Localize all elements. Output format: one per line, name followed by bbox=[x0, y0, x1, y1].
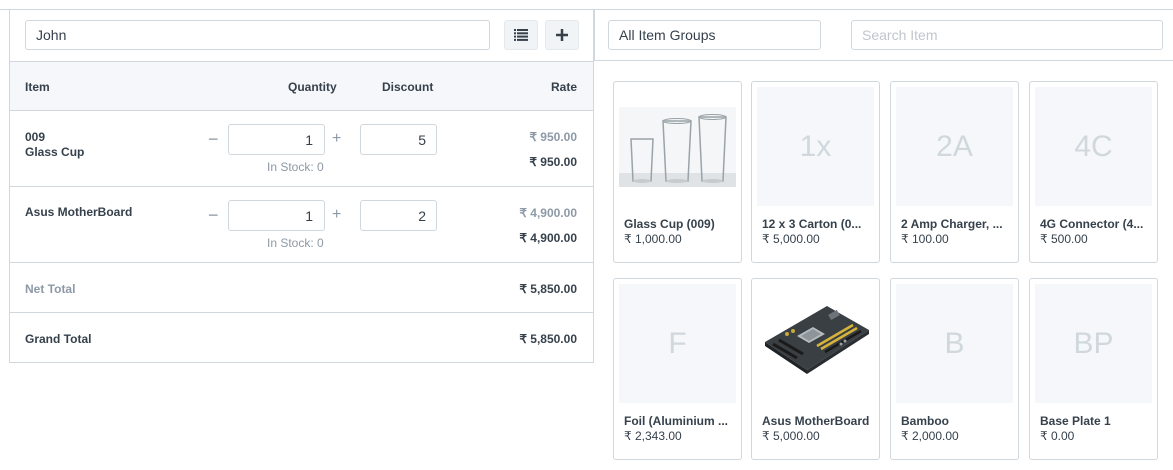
item-card-name: Bamboo bbox=[901, 414, 949, 428]
item-abbr: F bbox=[668, 326, 687, 360]
item-abbr: BP bbox=[1073, 326, 1114, 360]
price-list-rate: ₹ 4,900.00 bbox=[519, 206, 577, 220]
net-total-row: Net Total ₹ 5,850.00 bbox=[10, 263, 593, 313]
item-card-price: ₹ 0.00 bbox=[1040, 429, 1075, 443]
cart-row: 009 Glass Cup − + In Stock: 0 ₹ 950.00 ₹… bbox=[10, 111, 593, 187]
stock-label: In Stock: 0 bbox=[267, 236, 324, 250]
net-total-value: ₹ 5,850.00 bbox=[519, 282, 577, 296]
item-card[interactable]: 1x 12 x 3 Carton (0... ₹ 5,000.00 bbox=[751, 81, 880, 263]
item-card-name: Asus MotherBoard bbox=[762, 414, 870, 428]
item-card[interactable]: BP Base Plate 1 ₹ 0.00 bbox=[1029, 278, 1158, 460]
item-placeholder: B bbox=[896, 284, 1013, 403]
minus-icon[interactable]: − bbox=[208, 205, 219, 225]
grand-total-value: ₹ 5,850.00 bbox=[519, 332, 577, 346]
item-placeholder: 4C bbox=[1035, 87, 1152, 206]
item-card-price: ₹ 2,000.00 bbox=[901, 429, 959, 443]
item-card-name: Foil (Aluminium ... bbox=[624, 414, 728, 428]
net-total-label: Net Total bbox=[25, 282, 76, 296]
item-card-price: ₹ 500.00 bbox=[1040, 232, 1088, 246]
add-customer-button[interactable] bbox=[545, 20, 579, 50]
item-name: Asus MotherBoard bbox=[25, 205, 133, 219]
item-card-price: ₹ 5,000.00 bbox=[762, 429, 820, 443]
item-card-name: Base Plate 1 bbox=[1040, 414, 1111, 428]
header-item: Item bbox=[25, 80, 50, 94]
stock-label: In Stock: 0 bbox=[267, 160, 324, 174]
customer-input[interactable] bbox=[25, 20, 490, 50]
item-placeholder: 2A bbox=[896, 87, 1013, 206]
item-placeholder: F bbox=[619, 284, 736, 403]
header-quantity: Quantity bbox=[288, 80, 337, 94]
item-card-name: 12 x 3 Carton (0... bbox=[762, 217, 862, 231]
item-image bbox=[757, 284, 874, 403]
glass-cups-image bbox=[619, 107, 736, 187]
plus-icon[interactable]: + bbox=[332, 130, 341, 148]
item-card-name: Glass Cup (009) bbox=[624, 217, 715, 231]
item-placeholder: 1x bbox=[757, 87, 874, 206]
discount-input[interactable] bbox=[360, 200, 437, 231]
item-card-name: 4G Connector (4... bbox=[1040, 217, 1144, 231]
item-abbr: 4C bbox=[1074, 129, 1113, 163]
item-card[interactable]: F Foil (Aluminium ... ₹ 2,343.00 bbox=[613, 278, 742, 460]
item-placeholder: BP bbox=[1035, 284, 1152, 403]
item-card-price: ₹ 100.00 bbox=[901, 232, 949, 246]
item-card[interactable]: 4C 4G Connector (4... ₹ 500.00 bbox=[1029, 81, 1158, 263]
grand-total-row: Grand Total ₹ 5,850.00 bbox=[10, 313, 593, 363]
item-card[interactable]: B Bamboo ₹ 2,000.00 bbox=[890, 278, 1019, 460]
item-rate: ₹ 950.00 bbox=[529, 155, 577, 169]
item-abbr: B bbox=[944, 326, 965, 360]
plus-icon[interactable]: + bbox=[332, 206, 341, 224]
item-card-name: 2 Amp Charger, ... bbox=[901, 217, 1003, 231]
quantity-input[interactable] bbox=[228, 124, 325, 155]
item-card-price: ₹ 2,343.00 bbox=[624, 429, 682, 443]
item-card-price: ₹ 1,000.00 bbox=[624, 232, 682, 246]
item-group-select[interactable]: All Item Groups bbox=[608, 20, 821, 50]
search-item-input[interactable] bbox=[851, 20, 1163, 50]
item-abbr: 1x bbox=[799, 129, 832, 163]
customer-row bbox=[10, 10, 593, 61]
motherboard-image bbox=[765, 306, 869, 374]
item-image bbox=[619, 87, 736, 206]
cart-header: Item Quantity Discount Rate bbox=[10, 61, 593, 111]
header-rate: Rate bbox=[550, 80, 577, 94]
item-card[interactable]: Asus MotherBoard ₹ 5,000.00 bbox=[751, 278, 880, 460]
item-abbr: 2A bbox=[936, 129, 973, 163]
item-card[interactable]: 2A 2 Amp Charger, ... ₹ 100.00 bbox=[890, 81, 1019, 263]
grand-total-label: Grand Total bbox=[25, 332, 92, 346]
quantity-input[interactable] bbox=[228, 200, 325, 231]
item-card-price: ₹ 5,000.00 bbox=[762, 232, 820, 246]
cart-row: Asus MotherBoard − + In Stock: 0 ₹ 4,900… bbox=[10, 187, 593, 263]
cart-panel: Item Quantity Discount Rate 009 Glass Cu… bbox=[9, 9, 594, 363]
filter-bar-rule bbox=[594, 60, 1173, 61]
header-discount: Discount bbox=[382, 80, 434, 94]
minus-icon[interactable]: − bbox=[208, 129, 219, 149]
item-card[interactable]: Glass Cup (009) ₹ 1,000.00 bbox=[613, 81, 742, 263]
item-code: 009 bbox=[25, 130, 46, 144]
item-name: Glass Cup bbox=[25, 145, 85, 159]
panel-divider bbox=[594, 9, 595, 60]
discount-input[interactable] bbox=[360, 124, 437, 155]
item-rate: ₹ 4,900.00 bbox=[519, 231, 577, 245]
price-list-rate: ₹ 950.00 bbox=[529, 130, 577, 144]
plus-icon bbox=[556, 29, 568, 41]
list-view-button[interactable] bbox=[504, 20, 538, 50]
list-icon bbox=[514, 29, 528, 41]
